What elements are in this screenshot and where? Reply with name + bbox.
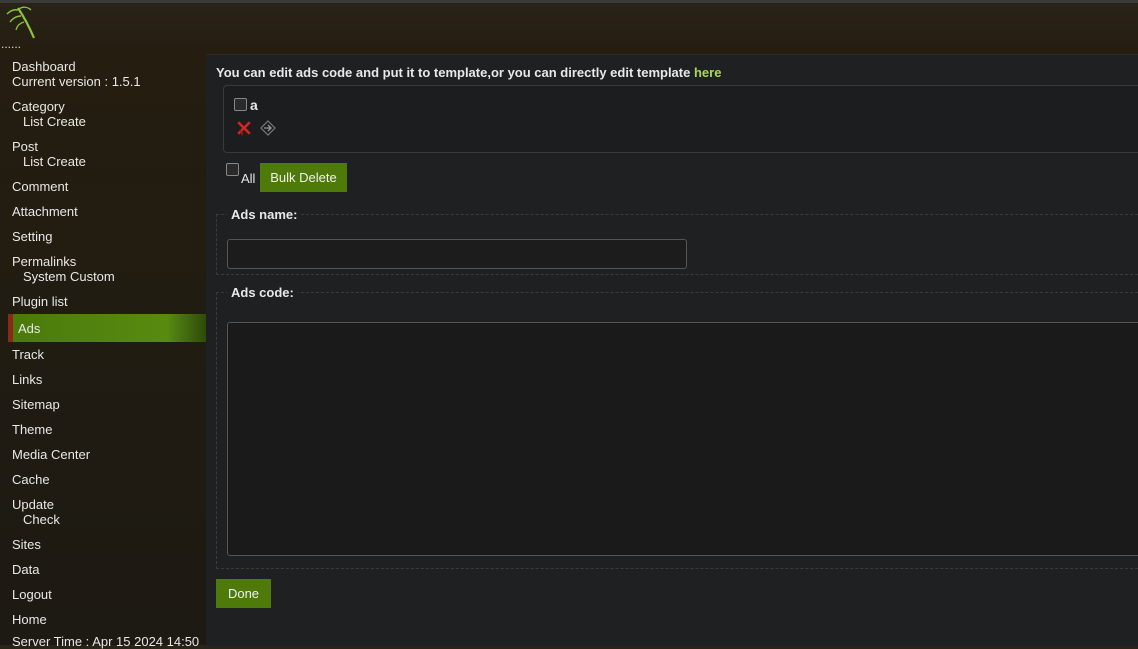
sidebar-subitem-permalinks[interactable]: System Custom	[12, 269, 115, 284]
sidebar-subitem-category[interactable]: List Create	[12, 114, 86, 129]
select-all-checkbox[interactable]	[226, 163, 239, 177]
sidebar-item-data[interactable]: Data	[12, 562, 39, 577]
sidebar-item-label[interactable]: Cache	[12, 472, 50, 487]
sidebar-item-update[interactable]: Update Check	[12, 497, 60, 527]
sidebar-item-label[interactable]: Logout	[12, 587, 52, 602]
sidebar-item-label[interactable]: Dashboard	[12, 59, 141, 74]
ads-code-label: Ads code:	[231, 285, 294, 300]
ads-name-input[interactable]	[227, 239, 687, 269]
server-time: Server Time : Apr 15 2024 14:50	[12, 634, 199, 649]
sidebar-item-logout[interactable]: Logout	[12, 587, 52, 602]
server-time-text: Server Time : Apr 15 2024 14:50	[12, 634, 200, 649]
edit-template-link[interactable]: here	[694, 65, 721, 80]
sidebar-item-links[interactable]: Links	[12, 372, 42, 387]
intro-text: You can edit ads code and put it to temp…	[216, 65, 721, 80]
sidebar-item-label[interactable]: Setting	[12, 229, 52, 244]
version-text: Current version : 1.5.1	[12, 74, 141, 89]
done-button[interactable]: Done	[216, 579, 271, 608]
sidebar-item-dashboard[interactable]: Dashboard Current version : 1.5.1	[12, 59, 141, 89]
sidebar-item-label[interactable]: Plugin list	[12, 294, 68, 309]
sidebar-item-cache[interactable]: Cache	[12, 472, 50, 487]
ads-code-fieldset: Ads code:	[216, 285, 1138, 569]
sidebar-item-category[interactable]: Category List Create	[12, 99, 86, 129]
sidebar-item-label[interactable]: Comment	[12, 179, 68, 194]
sidebar-item-label[interactable]: Track	[12, 347, 44, 362]
main-panel: You can edit ads code and put it to temp…	[206, 54, 1138, 646]
sidebar-item-label[interactable]: Media Center	[12, 447, 90, 462]
sidebar-item-label[interactable]: Permalinks	[12, 254, 115, 269]
sidebar-item-media-center[interactable]: Media Center	[12, 447, 90, 462]
sidebar: Dashboard Current version : 1.5.1 Catego…	[0, 58, 206, 649]
sidebar-item-theme[interactable]: Theme	[12, 422, 52, 437]
sidebar-item-post[interactable]: Post List Create	[12, 139, 86, 169]
edit-icon[interactable]	[259, 119, 276, 136]
ad-item-checkbox[interactable]	[234, 97, 247, 111]
ads-code-textarea[interactable]	[227, 322, 1138, 556]
sidebar-item-attachment[interactable]: Attachment	[12, 204, 78, 219]
select-all-label: All	[241, 171, 256, 186]
ad-item: a	[234, 97, 258, 113]
sidebar-item-label[interactable]: Post	[12, 139, 86, 154]
ad-item-actions	[236, 119, 280, 136]
ads-name-label: Ads name:	[231, 207, 298, 222]
sidebar-item-home[interactable]: Home	[12, 612, 47, 627]
ad-item-name: a	[250, 97, 258, 113]
sidebar-item-label[interactable]: Links	[12, 372, 42, 387]
sidebar-item-comment[interactable]: Comment	[12, 179, 68, 194]
sidebar-item-label[interactable]: Data	[12, 562, 39, 577]
sidebar-item-plugin-list[interactable]: Plugin list	[12, 294, 68, 309]
sidebar-item-label[interactable]: Sitemap	[12, 397, 60, 412]
site-name: ......	[1, 37, 22, 51]
ads-name-fieldset: Ads name:	[216, 207, 1138, 275]
bulk-actions: All Bulk Delete	[226, 163, 347, 192]
top-border	[0, 0, 1138, 3]
sidebar-item-label[interactable]: Ads	[18, 321, 40, 336]
sidebar-item-label[interactable]: Home	[12, 612, 47, 627]
sidebar-item-label[interactable]: Sites	[12, 537, 41, 552]
intro-message: You can edit ads code and put it to temp…	[216, 65, 691, 80]
sidebar-item-permalinks[interactable]: Permalinks System Custom	[12, 254, 115, 284]
sidebar-subitem-update[interactable]: Check	[12, 512, 60, 527]
bulk-delete-button[interactable]: Bulk Delete	[260, 163, 347, 192]
sidebar-item-label[interactable]: Category	[12, 99, 86, 114]
sidebar-item-label[interactable]: Attachment	[12, 204, 78, 219]
sidebar-item-label[interactable]: Theme	[12, 422, 52, 437]
sidebar-item-sites[interactable]: Sites	[12, 537, 41, 552]
sidebar-subitem-post[interactable]: List Create	[12, 154, 86, 169]
sidebar-item-track[interactable]: Track	[12, 347, 44, 362]
sidebar-item-ads[interactable]: Ads	[8, 314, 206, 342]
ad-list: a	[223, 85, 1138, 153]
delete-icon[interactable]	[236, 120, 252, 136]
sidebar-item-sitemap[interactable]: Sitemap	[12, 397, 60, 412]
sidebar-item-setting[interactable]: Setting	[12, 229, 52, 244]
sidebar-item-label[interactable]: Update	[12, 497, 60, 512]
